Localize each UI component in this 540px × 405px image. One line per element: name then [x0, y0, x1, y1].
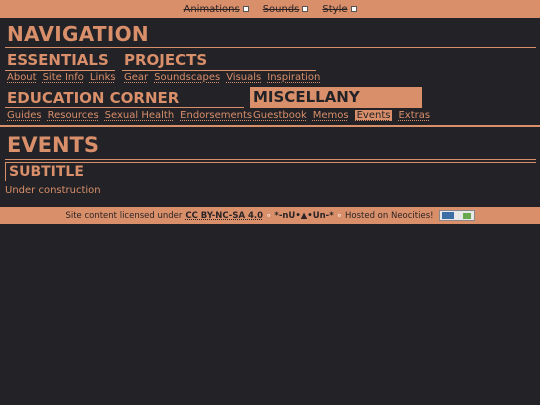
nav-link-about[interactable]: About [7, 72, 37, 83]
style-checkbox[interactable] [350, 6, 357, 12]
nav-link-guides[interactable]: Guides [7, 110, 42, 121]
top-settings-bar: Animations Sounds Style [0, 0, 540, 18]
neocities-badge-icon[interactable] [438, 210, 475, 221]
animations-checkbox[interactable] [242, 6, 249, 12]
nav-link-events[interactable]: Events [354, 110, 393, 121]
nav-link-gear[interactable]: Gear [124, 72, 148, 83]
essentials-divider [5, 70, 115, 71]
license-link[interactable]: CC BY-NC-SA 4.0 [185, 211, 263, 221]
footer-separator-1: ∘ [266, 210, 272, 221]
nav-link-visuals[interactable]: Visuals [226, 72, 261, 83]
nav-link-sexual-health[interactable]: Sexual Health [105, 110, 175, 121]
nav-link-soundscapes[interactable]: Soundscapes [154, 72, 220, 83]
projects-links: Gear Soundscapes Visuals Inspiration [124, 72, 320, 83]
sounds-toggle[interactable]: Sounds [263, 4, 309, 15]
subtitle-heading: SUBTITLE [9, 164, 84, 180]
nav-link-resources[interactable]: Resources [48, 110, 99, 121]
projects-title: PROJECTS [124, 51, 208, 69]
subtitle-section: SUBTITLE [5, 162, 536, 181]
nav-link-extras[interactable]: Extras [398, 110, 430, 121]
hosted-on-text: Hosted on Neocities! [344, 210, 434, 221]
essentials-title: ESSENTIALS [7, 51, 109, 69]
style-toggle[interactable]: Style [322, 3, 357, 15]
sounds-toggle-label: Sounds [262, 3, 300, 15]
navigation-divider [5, 47, 536, 48]
education-divider [5, 107, 244, 108]
page-body-text: Under construction [5, 185, 101, 196]
nav-link-guestbook[interactable]: Guestbook [253, 110, 307, 121]
site-owner-name: *-nU•▲•Un-* [274, 210, 334, 221]
page-title: EVENTS [7, 133, 99, 157]
navigation-bottom-divider [0, 125, 540, 127]
animations-toggle-label: Animations [183, 3, 240, 15]
footer-license-prefix: Site content licensed under [65, 210, 183, 221]
education-corner-title: EDUCATION CORNER [7, 89, 180, 107]
miscellany-title: MISCELLANY [253, 88, 360, 106]
page-title-divider [5, 159, 536, 160]
nav-link-links[interactable]: Links [90, 72, 116, 83]
education-links: Guides Resources Sexual Health Endorseme… [7, 110, 252, 121]
projects-divider [122, 70, 316, 71]
footer: Site content licensed under CC BY-NC-SA … [0, 207, 540, 224]
style-toggle-label: Style [322, 3, 348, 15]
nav-link-inspiration[interactable]: Inspiration [267, 72, 320, 83]
sounds-checkbox[interactable] [302, 6, 309, 12]
navigation-title: NAVIGATION [7, 22, 149, 46]
nav-link-site-info[interactable]: Site Info [43, 72, 84, 83]
footer-separator-2: ∘ [336, 210, 342, 221]
nav-link-endorsements[interactable]: Endorsements [180, 110, 252, 121]
animations-toggle[interactable]: Animations [183, 3, 249, 15]
essentials-links: About Site Info Links [7, 72, 116, 83]
nav-link-memos[interactable]: Memos [313, 110, 349, 121]
miscellany-links: Guestbook Memos Events Extras [253, 110, 430, 121]
miscellany-header: MISCELLANY [250, 87, 422, 108]
